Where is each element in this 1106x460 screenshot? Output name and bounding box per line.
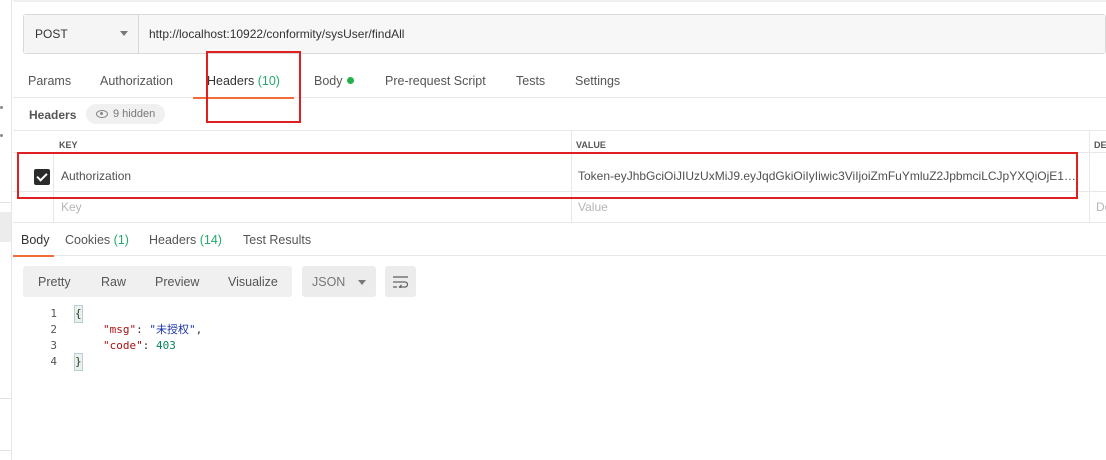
tab-body[interactable]: Body (314, 62, 354, 98)
url-input[interactable]: http://localhost:10922/conformity/sysUse… (139, 15, 1105, 53)
new-description-input[interactable]: De (1096, 200, 1106, 214)
tab-count: (1) (113, 233, 129, 247)
view-visualize-button[interactable]: Visualize (228, 266, 278, 297)
response-tabs: Body Cookies (1) Headers (14) Test Resul… (13, 222, 1106, 257)
tab-response-headers[interactable]: Headers (14) (149, 222, 222, 256)
tab-label: Pre-request Script (385, 74, 486, 88)
dot-icon (0, 134, 3, 137)
headers-title: Headers (29, 108, 77, 122)
json-number-value: 403 (156, 339, 176, 352)
wrap-lines-button[interactable] (385, 266, 416, 297)
line-number: 4 (50, 355, 57, 368)
format-label: JSON (312, 275, 346, 289)
tab-label: Authorization (100, 74, 173, 88)
close-brace: } (74, 353, 83, 371)
tab-label: Cookies (65, 233, 111, 247)
chevron-down-icon (358, 280, 366, 285)
line-number: 1 (50, 307, 57, 320)
table-header: KEY VALUE DE (13, 131, 1106, 153)
open-brace: { (74, 305, 83, 323)
wrap-lines-icon (393, 276, 408, 288)
line-number: 2 (50, 323, 57, 336)
divider (0, 450, 11, 451)
tab-test-results[interactable]: Test Results (243, 222, 311, 256)
json-key: "code" (103, 339, 143, 352)
table-row: Key Value De (13, 192, 1106, 223)
tab-headers[interactable]: Headers (10) (193, 62, 294, 99)
tab-label: Body (21, 233, 50, 247)
view-raw-button[interactable]: Raw (101, 266, 126, 297)
hidden-headers-toggle[interactable]: 9 hidden (86, 104, 166, 124)
method-label: POST (35, 27, 68, 41)
top-divider (13, 0, 1106, 2)
chevron-down-icon (120, 31, 128, 36)
new-key-input[interactable]: Key (61, 200, 82, 214)
tab-params[interactable]: Params (28, 62, 71, 98)
header-key-cell[interactable]: Authorization (61, 169, 131, 183)
tab-settings[interactable]: Settings (575, 62, 620, 98)
row-enabled-checkbox[interactable] (34, 169, 50, 185)
request-panel: POST http://localhost:10922/conformity/s… (13, 0, 1106, 460)
tab-tests[interactable]: Tests (516, 62, 545, 98)
view-pretty-button[interactable]: Pretty (38, 266, 71, 297)
tab-response-body[interactable]: Body (13, 222, 54, 257)
eye-icon (96, 110, 108, 118)
sidebar-selected-item[interactable] (0, 212, 11, 242)
tab-label: Headers (149, 233, 197, 247)
code-line: 2 "msg": "未授权", (13, 322, 1106, 338)
url-bar: POST http://localhost:10922/conformity/s… (23, 14, 1106, 54)
new-value-input[interactable]: Value (578, 200, 608, 214)
hidden-count-label: 9 hidden (113, 108, 156, 120)
line-number: 3 (50, 339, 57, 352)
divider (0, 398, 11, 399)
method-select[interactable]: POST (24, 15, 139, 53)
json-key: "msg" (103, 323, 137, 336)
dot-icon (0, 106, 3, 109)
json-string-value: "未授权" (149, 323, 196, 336)
tab-label: Test Results (243, 233, 312, 247)
tab-label: Tests (516, 74, 546, 88)
view-preview-button[interactable]: Preview (155, 266, 199, 297)
tab-authorization[interactable]: Authorization (100, 62, 173, 98)
column-value: VALUE (576, 140, 606, 150)
tab-label: Headers (207, 74, 255, 88)
divider (0, 202, 11, 203)
code-line: 3 "code": 403 (13, 338, 1106, 354)
column-key: KEY (59, 140, 78, 150)
tab-label: Body (314, 74, 343, 88)
headers-toolbar: Headers 9 hidden (13, 98, 1106, 131)
code-content: "msg": "未授权", (103, 323, 203, 336)
tab-pre-request-script[interactable]: Pre-request Script (385, 62, 486, 98)
code-line: 4 } (13, 353, 1106, 371)
active-tab-indicator (13, 255, 54, 257)
status-dot-icon (346, 77, 354, 84)
view-mode-group: Pretty Raw Preview Visualize (23, 266, 292, 297)
tab-count: (14) (199, 233, 222, 247)
format-select[interactable]: JSON (302, 266, 376, 297)
tab-cookies[interactable]: Cookies (1) (65, 222, 129, 256)
table-row: Authorization Token-eyJhbGciOiJIUzUxMiJ9… (13, 153, 1106, 192)
left-sidebar-strip (0, 0, 12, 460)
tab-label: Settings (575, 74, 621, 88)
code-line: 1 { (13, 305, 1106, 323)
header-value-cell[interactable]: Token-eyJhbGciOiJIUzUxMiJ9.eyJqdGkiOiIyI… (578, 169, 1080, 183)
tab-count: (10) (257, 74, 280, 88)
code-content: "code": 403 (103, 339, 176, 352)
column-description: DE (1094, 140, 1106, 150)
tab-label: Params (28, 74, 72, 88)
request-tabs: Params Authorization Headers (10) Body P… (13, 62, 1106, 99)
